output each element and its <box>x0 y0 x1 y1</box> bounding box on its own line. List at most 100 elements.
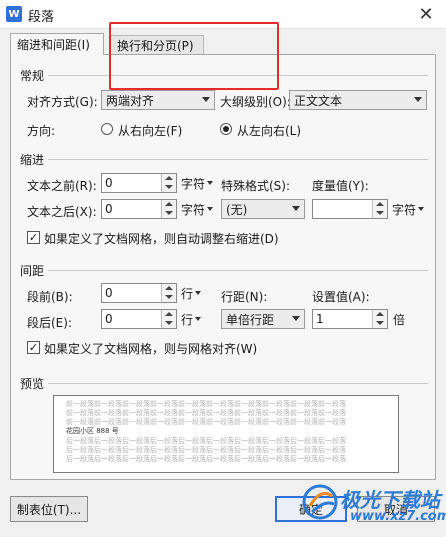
chevron-down-icon <box>292 206 300 211</box>
radio-selected-dot <box>223 126 229 132</box>
outline-level-select[interactable]: 正文文本 <box>289 90 427 110</box>
arrow-up-icon <box>376 202 384 206</box>
alignment-label: 对齐方式(G): <box>27 95 98 109</box>
space-after-input[interactable]: 0 <box>101 309 177 329</box>
indent-after-value: 0 <box>105 202 113 216</box>
preview-sample-text: 花园小区 888 号 <box>66 427 119 435</box>
unit-label: 行 <box>181 286 194 301</box>
auto-adjust-indent-checkbox[interactable]: ✓ <box>27 231 40 244</box>
arrow-up-icon <box>165 176 173 180</box>
paragraph-preview: 前一段落前一段落前一段落前一段落前一段落前一段落前一段落前一段落前一段落前一段落… <box>53 395 399 473</box>
arrow-down-icon <box>376 321 384 325</box>
chevron-down-icon <box>195 317 202 321</box>
special-format-select[interactable]: (无) <box>221 199 305 219</box>
arrow-down-icon <box>165 321 173 325</box>
spinner-buttons[interactable] <box>161 284 176 302</box>
tab-indents-and-spacing[interactable]: 缩进和间距(I) <box>10 33 104 55</box>
unit-label: 字符 <box>181 202 206 217</box>
space-after-unit-dropdown[interactable]: 行 <box>181 309 202 329</box>
arrow-up-icon <box>165 202 173 206</box>
annotation-highlight-box <box>109 22 279 90</box>
preview-line: 前一段落前一段落前一段落前一段落前一段落前一段落前一段落前一段落前一段落前一段落 <box>66 418 346 426</box>
grid-align-checkbox[interactable]: ✓ <box>27 341 40 354</box>
chevron-down-icon <box>414 97 422 102</box>
measure-input[interactable] <box>312 199 388 219</box>
unit-label: 字符 <box>181 176 206 191</box>
arrow-down-icon <box>165 185 173 189</box>
rtl-label: 从右向左(F) <box>118 124 183 138</box>
space-before-unit-dropdown[interactable]: 行 <box>181 283 202 303</box>
line-spacing-value: 单倍行距 <box>226 312 275 327</box>
chevron-down-icon <box>207 181 214 185</box>
special-format-label: 特殊格式(S): <box>221 179 291 193</box>
preview-line: 后一段落后一段落后一段落后一段落后一段落后一段落后一段落后一段落后一段落后一段落 <box>66 446 346 454</box>
tab-label: 缩进和间距(I) <box>17 38 90 52</box>
space-before-input[interactable]: 0 <box>101 283 177 303</box>
unit-label: 行 <box>181 312 194 327</box>
arrow-down-icon <box>165 211 173 215</box>
grid-align-label: 如果定义了文档网格，则与网格对齐(W) <box>44 342 258 356</box>
line-spacing-label: 行距(N): <box>221 290 268 304</box>
spinner-buttons[interactable] <box>161 200 176 218</box>
spinner-buttons[interactable] <box>161 310 176 328</box>
space-after-value: 0 <box>105 312 113 326</box>
watermark-url: www.xz7.com <box>350 509 446 524</box>
arrow-up-icon <box>165 312 173 316</box>
spinner-buttons[interactable] <box>372 200 387 218</box>
divider <box>48 383 428 384</box>
space-after-label: 段后(E): <box>27 316 72 330</box>
indent-after-unit-dropdown[interactable]: 字符 <box>181 199 214 219</box>
arrow-up-icon <box>376 312 384 316</box>
rtl-radio[interactable] <box>101 123 113 135</box>
chevron-down-icon <box>292 316 300 321</box>
tab-stops-button[interactable]: 制表位(T)... <box>10 496 88 522</box>
auto-adjust-indent-label: 如果定义了文档网格，则自动调整右缩进(D) <box>44 232 279 246</box>
setting-value: 1 <box>316 312 324 326</box>
setting-unit-label: 倍 <box>393 312 406 327</box>
preview-line: 前一段落前一段落前一段落前一段落前一段落前一段落前一段落前一段落前一段落前一段落 <box>66 400 346 408</box>
section-title-preview: 预览 <box>20 377 45 391</box>
preview-line: 后一段落后一段落后一段落后一段落后一段落后一段落后一段落后一段落后一段落后一段落 <box>66 437 346 445</box>
chevron-down-icon <box>195 291 202 295</box>
section-title-spacing: 间距 <box>20 264 45 278</box>
chevron-down-icon <box>202 97 210 102</box>
wps-writer-icon: W <box>6 6 22 22</box>
indent-before-unit-dropdown[interactable]: 字符 <box>181 173 214 193</box>
alignment-value: 两端对齐 <box>106 93 155 108</box>
preview-line: 前一段落前一段落前一段落前一段落前一段落前一段落前一段落前一段落前一段落前一段落 <box>66 409 346 417</box>
indent-after-input[interactable]: 0 <box>101 199 177 219</box>
dialog-title: 段落 <box>28 10 55 25</box>
special-format-value: (无) <box>226 202 248 217</box>
direction-label: 方向: <box>27 124 56 138</box>
outline-level-label: 大纲级别(O): <box>220 95 291 109</box>
line-spacing-select[interactable]: 单倍行距 <box>221 309 305 329</box>
indent-after-label: 文本之后(X): <box>27 205 97 219</box>
preview-line: 后一段落后一段落后一段落后一段落后一段落后一段落后一段落后一段落后一段落后一段落 <box>66 455 346 463</box>
alignment-select[interactable]: 两端对齐 <box>101 90 215 110</box>
spinner-buttons[interactable] <box>372 310 387 328</box>
setting-value-label: 设置值(A): <box>312 290 370 304</box>
indent-before-value: 0 <box>105 176 113 190</box>
indent-before-label: 文本之前(R): <box>27 179 97 193</box>
spinner-buttons[interactable] <box>161 174 176 192</box>
indent-before-input[interactable]: 0 <box>101 173 177 193</box>
measure-label: 度量值(Y): <box>312 179 369 193</box>
arrow-down-icon <box>376 211 384 215</box>
measure-unit-dropdown[interactable]: 字符 <box>392 199 425 219</box>
tab-stops-label: 制表位(T)... <box>16 502 82 517</box>
section-title-general: 常规 <box>20 69 45 83</box>
chevron-down-icon <box>207 207 214 211</box>
watermark-logo-icon <box>302 484 338 520</box>
chevron-down-icon <box>418 207 425 211</box>
ltr-radio[interactable] <box>220 123 232 135</box>
arrow-up-icon <box>165 286 173 290</box>
arrow-down-icon <box>165 295 173 299</box>
outline-level-value: 正文文本 <box>294 93 343 108</box>
close-icon[interactable]: ✕ <box>414 3 438 25</box>
setting-value-input[interactable]: 1 <box>312 309 388 329</box>
unit-label: 字符 <box>392 202 417 217</box>
divider <box>48 270 428 271</box>
space-before-label: 段前(B): <box>27 290 73 304</box>
section-title-indent: 缩进 <box>20 153 45 167</box>
divider <box>48 159 428 160</box>
